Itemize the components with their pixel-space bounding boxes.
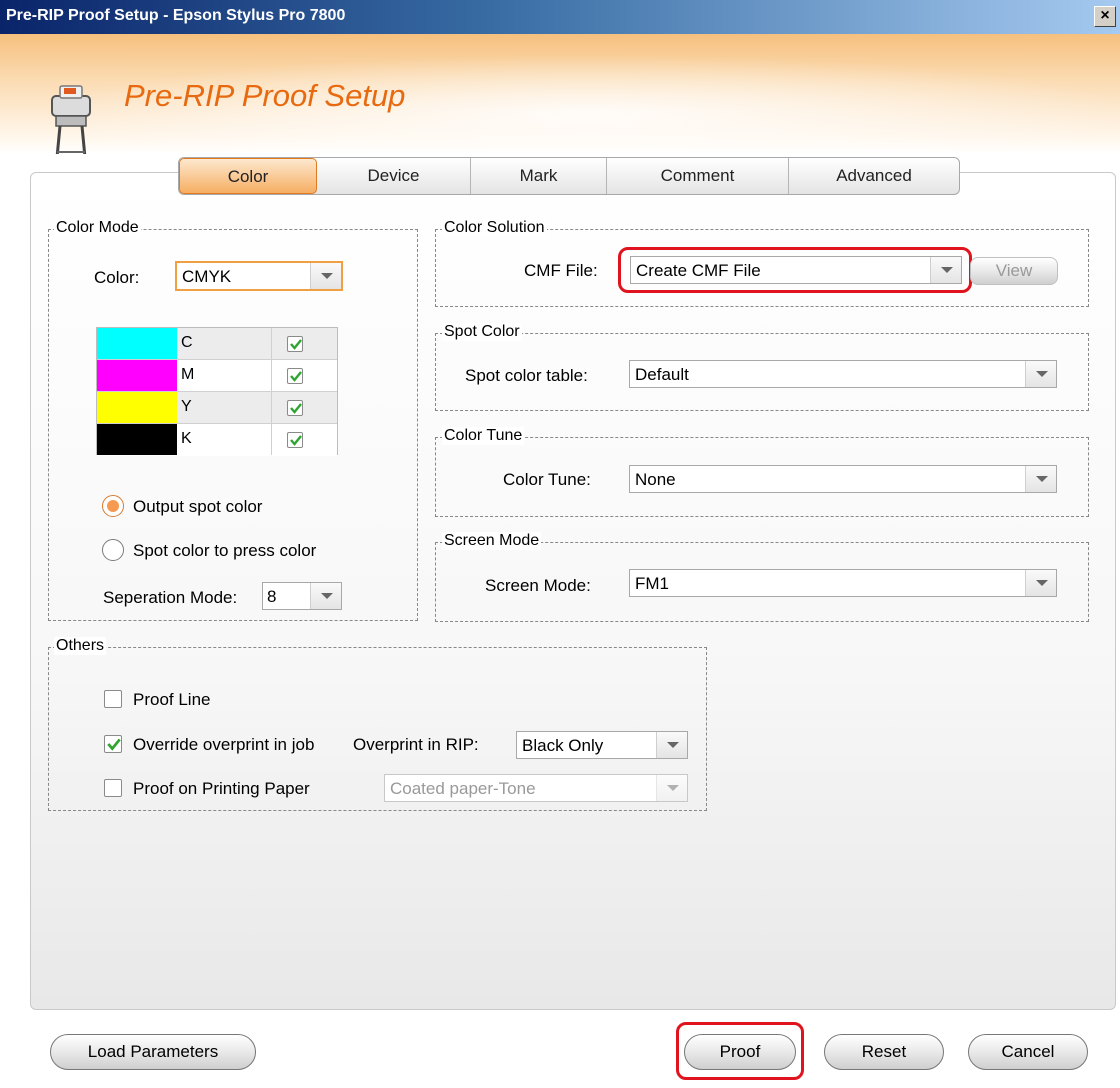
yellow-swatch [97,392,177,423]
color-tune-title: Color Tune [442,427,525,445]
header-banner: Pre-RIP Proof Setup [0,34,1120,154]
printer-icon [51,85,91,154]
cyan-swatch [97,328,177,359]
paper-type-select[interactable]: Coated paper-Tone [384,774,688,802]
chevron-down-icon [930,257,961,283]
tab-bar: Color Device Mark Comment Advanced [178,157,960,195]
proof-line-label: Proof Line [133,690,211,709]
separation-select[interactable]: 8 [262,582,342,610]
color-mode-title: Color Mode [54,219,141,237]
title-bar: Pre-RIP Proof Setup - Epson Stylus Pro 7… [0,0,1120,34]
cmf-file-select[interactable]: Create CMF File [630,256,962,284]
proof-button[interactable]: Proof [684,1034,796,1070]
spot-to-press-label: Spot color to press color [133,541,317,560]
cmf-file-value: Create CMF File [636,261,761,280]
spot-table-select[interactable]: Default [629,360,1057,388]
channel-checkbox[interactable] [287,432,303,448]
others-title: Others [54,637,107,655]
table-row: M [97,360,337,392]
proof-printing-paper-checkbox[interactable] [104,779,122,797]
screen-mode-title: Screen Mode [442,532,542,550]
cmf-label: CMF File: [524,261,598,280]
tab-advanced[interactable]: Advanced [789,158,959,194]
overprint-rip-label: Overprint in RIP: [353,735,479,754]
color-tune-value: None [635,470,676,489]
separation-value: 8 [267,587,277,606]
chevron-down-icon [1025,361,1056,387]
paper-type-value: Coated paper-Tone [390,779,536,798]
overprint-rip-value: Black Only [522,736,604,755]
spot-table-label: Spot color table: [465,366,588,385]
table-row: C [97,328,337,360]
color-solution-title: Color Solution [442,219,547,237]
black-swatch [97,424,177,455]
chevron-down-icon [1025,466,1056,492]
output-spot-label: Output spot color [133,497,263,516]
spot-color-title: Spot Color [442,323,522,341]
window-title: Pre-RIP Proof Setup - Epson Stylus Pro 7… [6,7,346,24]
screen-mode-label: Screen Mode: [485,576,591,595]
close-button[interactable]: × [1094,6,1116,27]
magenta-swatch [97,360,177,391]
proof-line-checkbox[interactable] [104,690,122,708]
cancel-button[interactable]: Cancel [968,1034,1088,1070]
channel-table: C M Y K [96,327,338,456]
table-row: Y [97,392,337,424]
screen-mode-value: FM1 [635,574,669,593]
channel-name: Y [181,398,192,415]
channel-name: C [181,334,193,351]
color-tune-select[interactable]: None [629,465,1057,493]
spot-to-press-radio[interactable] [102,539,124,561]
separation-label: Seperation Mode: [103,588,238,607]
channel-checkbox[interactable] [287,400,303,416]
chevron-down-icon [310,263,341,289]
tab-mark[interactable]: Mark [471,158,607,194]
tab-device[interactable]: Device [317,158,471,194]
override-overprint-label: Override overprint in job [133,735,315,754]
spot-table-value: Default [635,365,689,384]
chevron-down-icon [656,732,687,758]
chevron-down-icon [656,775,687,801]
color-label: Color: [94,268,140,287]
channel-name: K [181,430,192,447]
channel-checkbox[interactable] [287,336,303,352]
tab-comment[interactable]: Comment [607,158,789,194]
color-tune-label: Color Tune: [503,470,591,489]
color-select[interactable]: CMYK [175,261,343,291]
load-parameters-button[interactable]: Load Parameters [50,1034,256,1070]
view-button[interactable]: View [970,257,1058,285]
tab-color[interactable]: Color [179,158,317,194]
screen-mode-select[interactable]: FM1 [629,569,1057,597]
chevron-down-icon [310,583,341,609]
color-select-value: CMYK [182,267,232,286]
reset-button[interactable]: Reset [824,1034,944,1070]
header-title: Pre-RIP Proof Setup [124,78,406,113]
channel-checkbox[interactable] [287,368,303,384]
overprint-rip-select[interactable]: Black Only [516,731,688,759]
channel-name: M [181,366,195,383]
chevron-down-icon [1025,570,1056,596]
proof-printing-paper-label: Proof on Printing Paper [133,779,310,798]
override-overprint-checkbox[interactable] [104,735,122,753]
table-row: K [97,424,337,456]
output-spot-radio[interactable] [102,495,124,517]
